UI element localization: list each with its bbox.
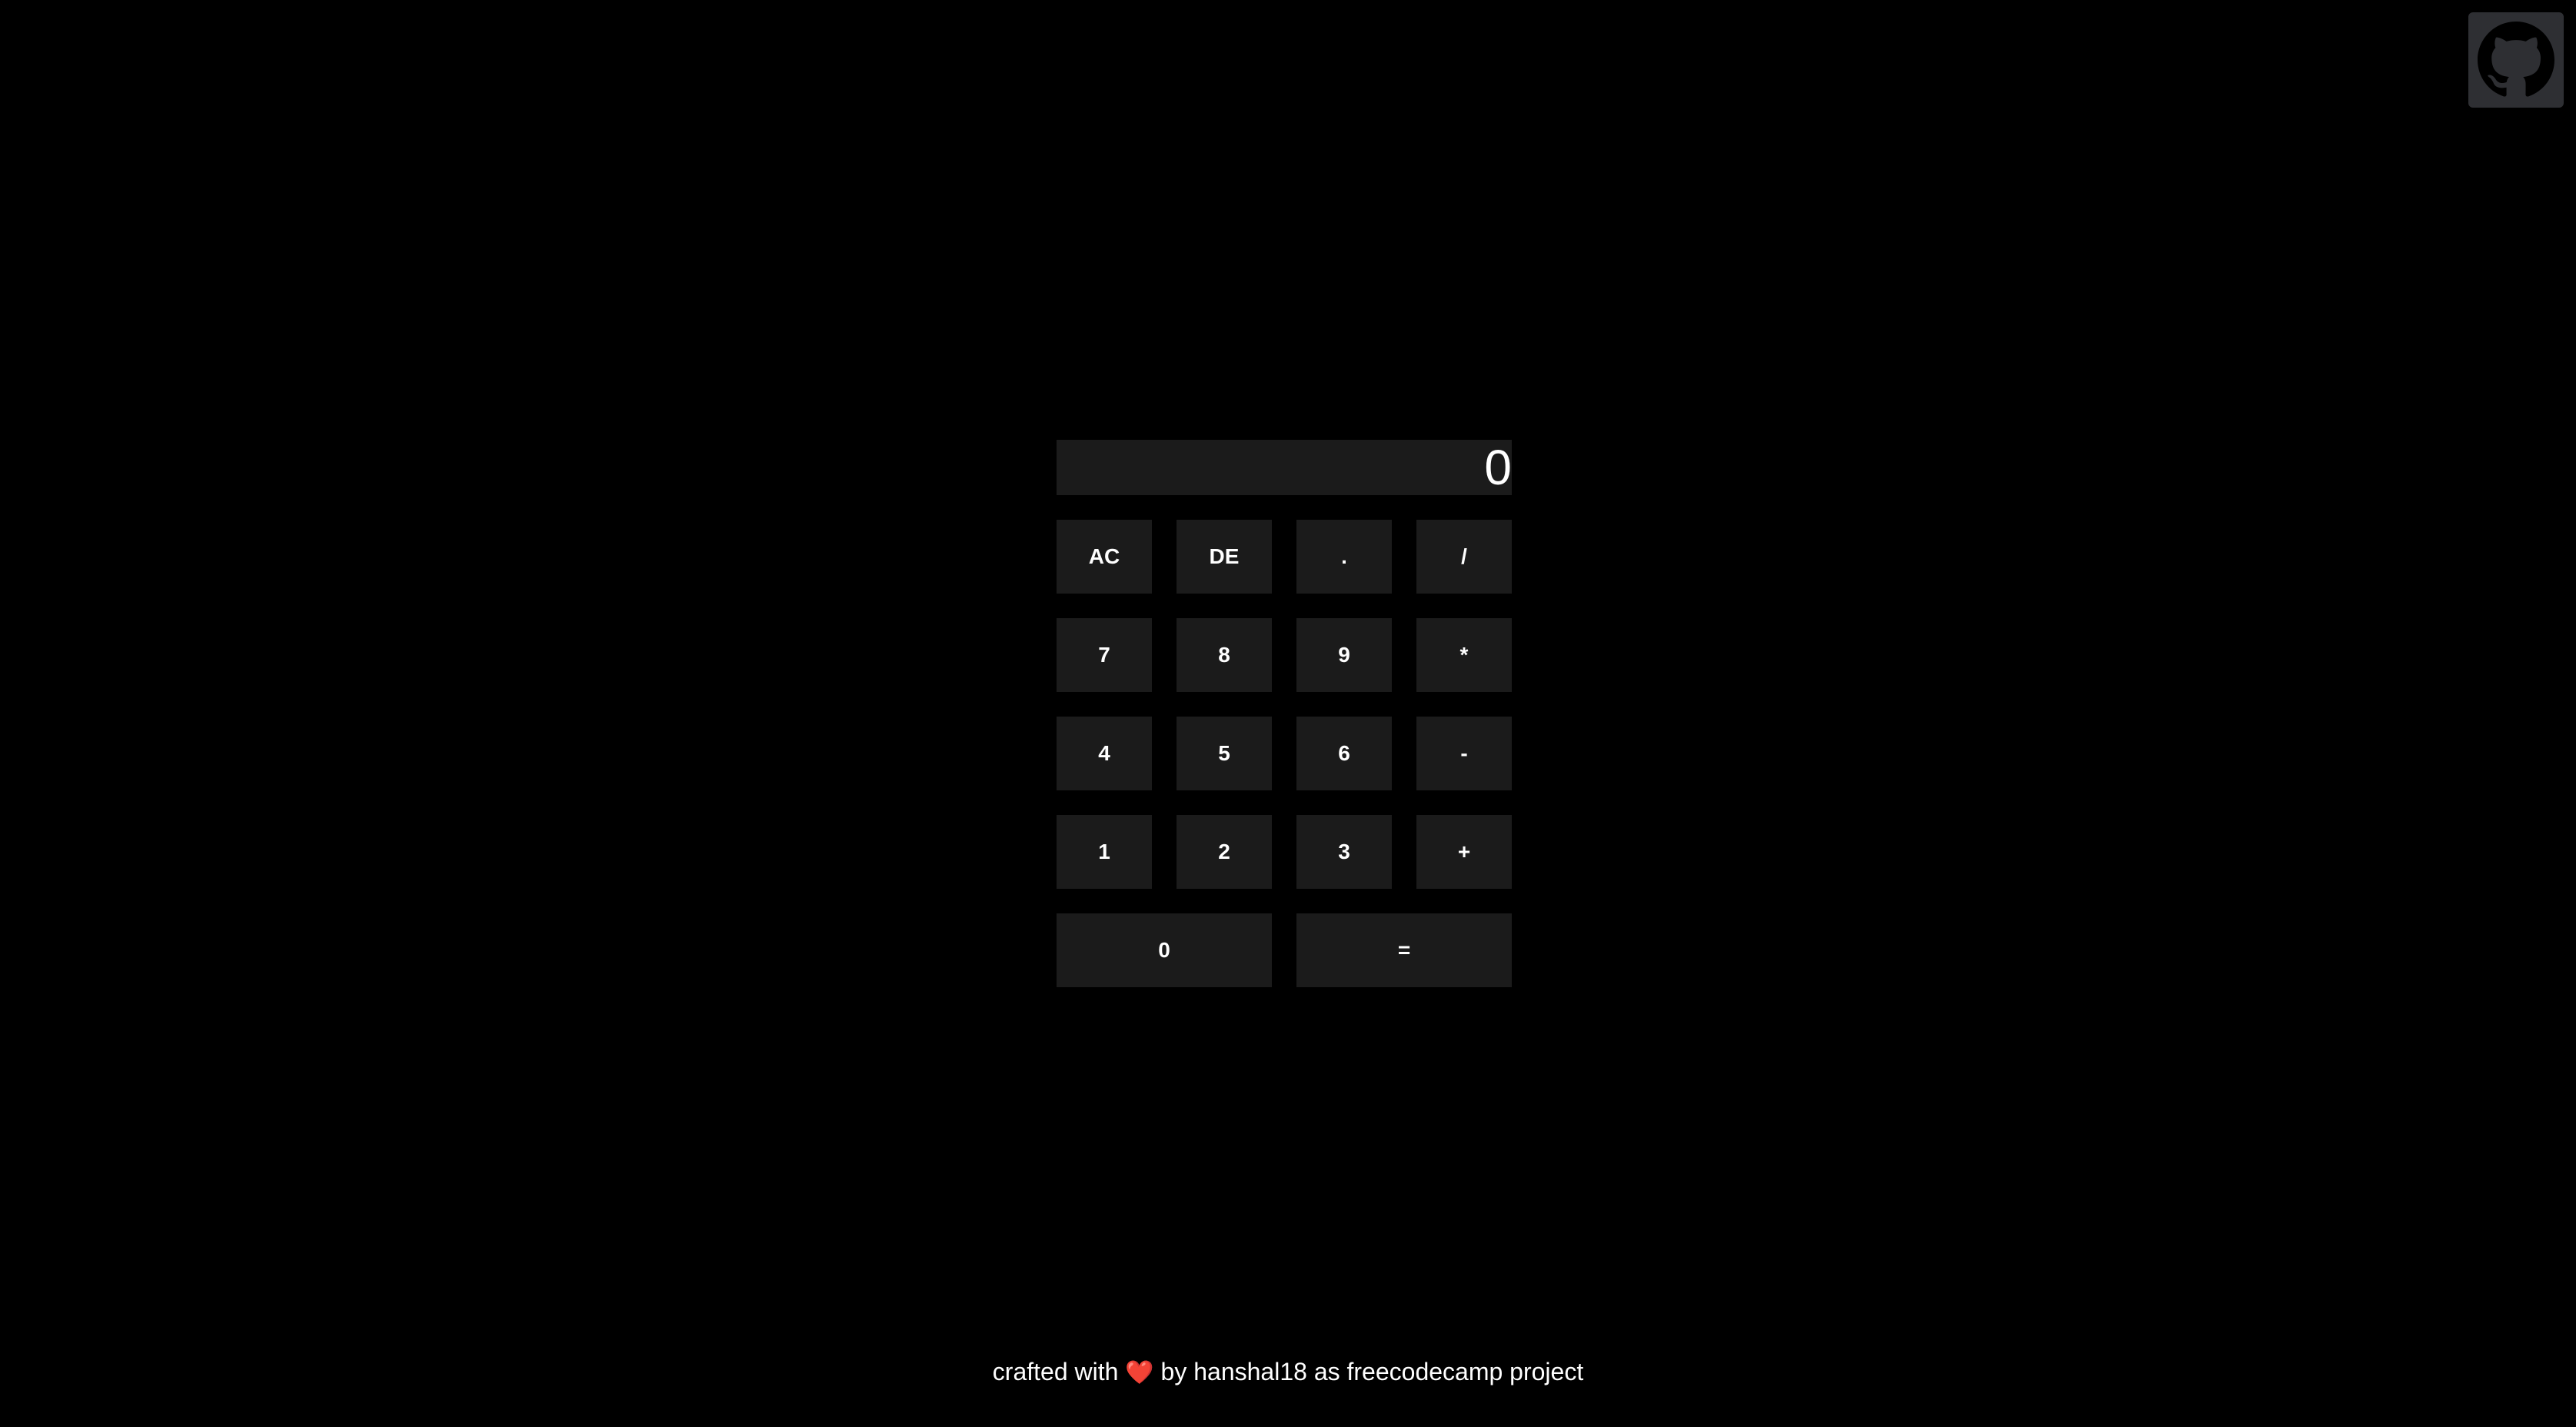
digit-1-button[interactable]: 1	[1057, 815, 1152, 889]
calculator-display: 0	[1057, 440, 1512, 495]
digit-9-button[interactable]: 9	[1296, 618, 1392, 692]
digit-8-button[interactable]: 8	[1177, 618, 1272, 692]
divide-button[interactable]: /	[1416, 520, 1512, 594]
author-link[interactable]: hanshal18	[1193, 1358, 1307, 1385]
digit-5-button[interactable]: 5	[1177, 717, 1272, 790]
footer-prefix: crafted with	[992, 1358, 1119, 1385]
github-link[interactable]	[2468, 12, 2564, 108]
digit-3-button[interactable]: 3	[1296, 815, 1392, 889]
footer-by: by	[1160, 1358, 1187, 1385]
add-button[interactable]: +	[1416, 815, 1512, 889]
digit-7-button[interactable]: 7	[1057, 618, 1152, 692]
multiply-button[interactable]: *	[1416, 618, 1512, 692]
project-link[interactable]: freecodecamp project	[1347, 1358, 1584, 1385]
digit-2-button[interactable]: 2	[1177, 815, 1272, 889]
subtract-button[interactable]: -	[1416, 717, 1512, 790]
delete-button[interactable]: DE	[1177, 520, 1272, 594]
decimal-button[interactable]: .	[1296, 520, 1392, 594]
digit-4-button[interactable]: 4	[1057, 717, 1152, 790]
footer-as: as	[1313, 1358, 1340, 1385]
digit-0-button[interactable]: 0	[1057, 913, 1272, 987]
digit-6-button[interactable]: 6	[1296, 717, 1392, 790]
heart-icon: ❤️	[1125, 1360, 1154, 1385]
github-icon	[2478, 22, 2554, 98]
footer: crafted with ❤️ by hanshal18 as freecode…	[0, 1355, 2576, 1390]
clear-button[interactable]: AC	[1057, 520, 1152, 594]
equals-button[interactable]: =	[1296, 913, 1512, 987]
